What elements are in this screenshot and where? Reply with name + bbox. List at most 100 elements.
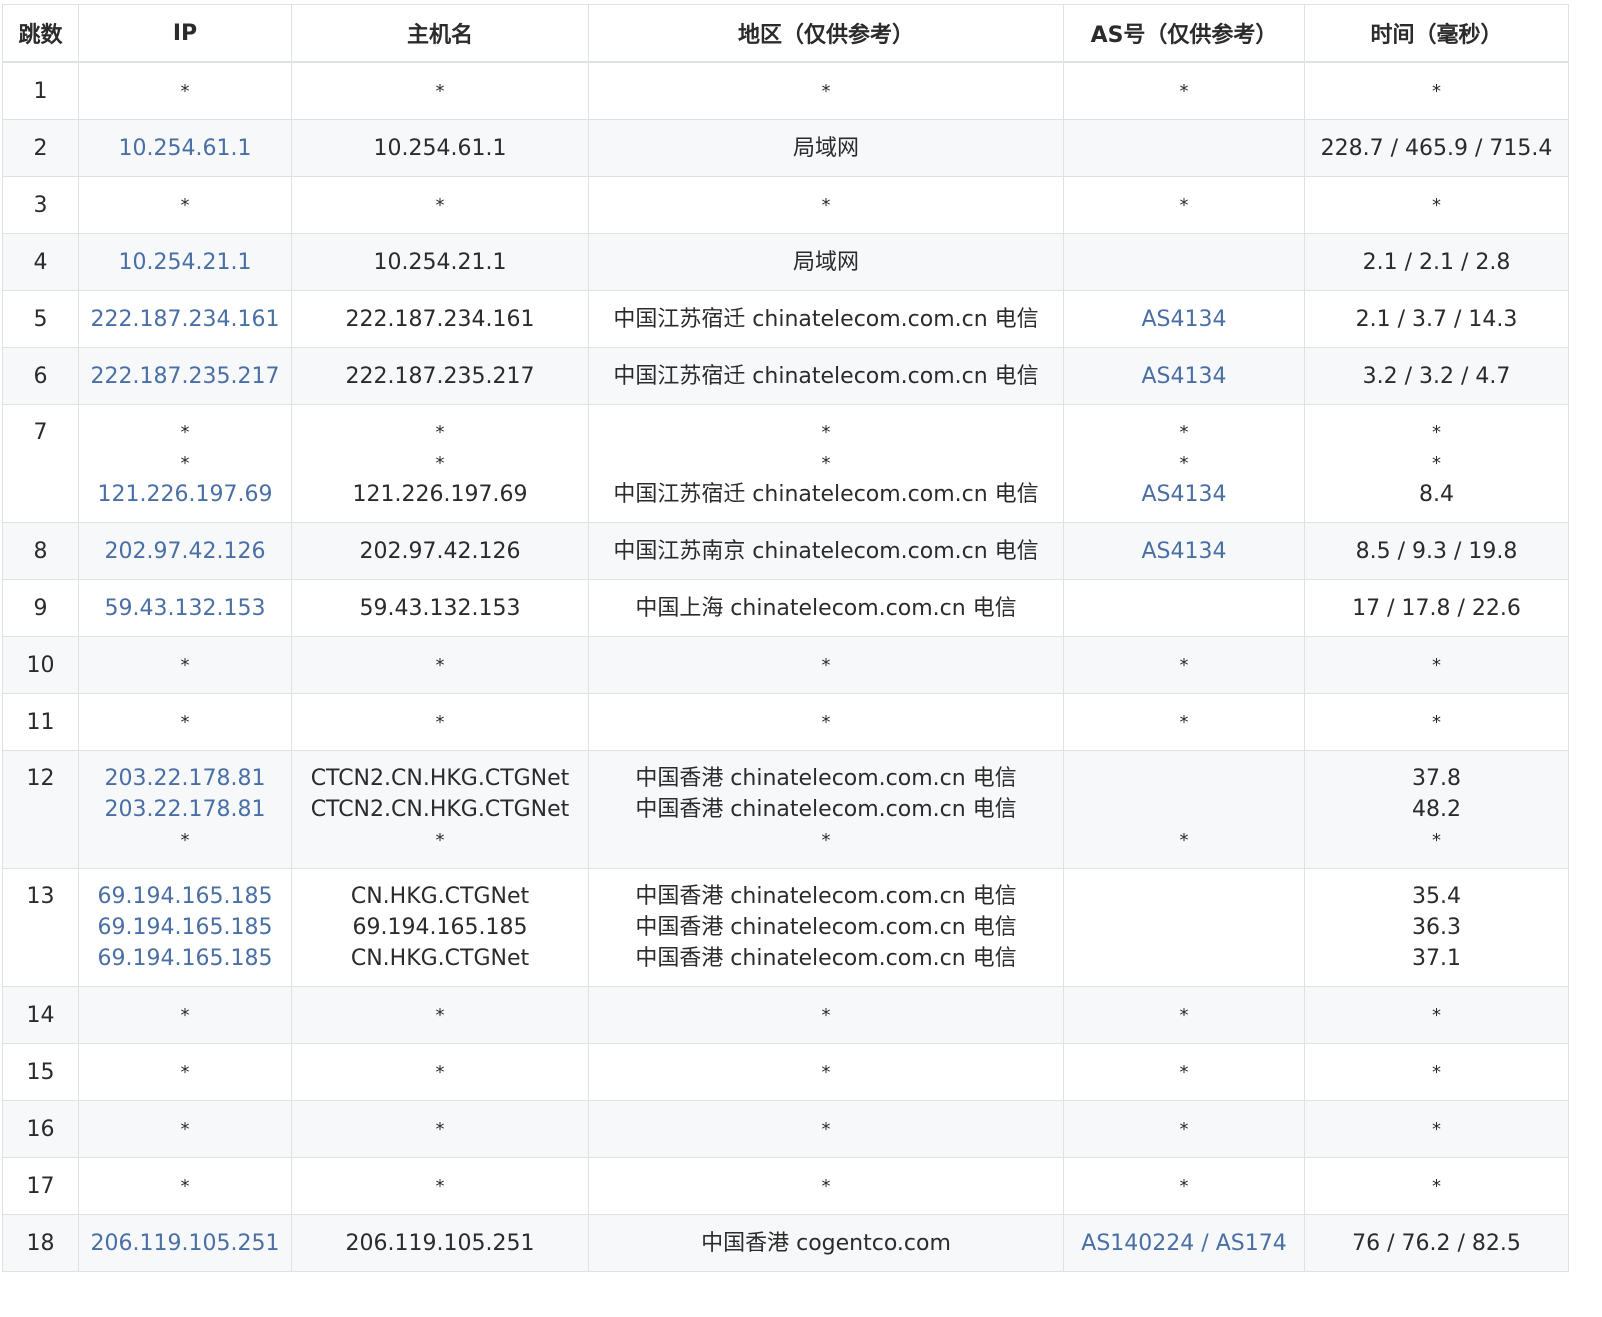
ip-cell: 206.119.105.251 bbox=[78, 1214, 292, 1272]
no-response-star: * bbox=[1179, 422, 1189, 443]
region-text: 中国香港 chinatelecom.com.cn 电信 bbox=[635, 797, 1017, 822]
ip-link[interactable]: 69.194.165.185 bbox=[79, 912, 291, 943]
table-row: 1 * * * * * bbox=[2, 61, 1569, 120]
host-text: 222.187.235.217 bbox=[345, 363, 535, 389]
ip-cell: 202.97.42.126 bbox=[78, 522, 292, 580]
time-cell: 2.1 / 2.1 / 2.8 bbox=[1304, 233, 1569, 291]
time-text: 8.4 bbox=[1419, 482, 1454, 507]
no-response-star: * bbox=[435, 654, 445, 676]
host-text: 10.254.21.1 bbox=[373, 249, 507, 275]
ip-cell: * bbox=[78, 61, 292, 120]
host-text: 202.97.42.126 bbox=[359, 538, 521, 564]
as-cell: * bbox=[1063, 61, 1305, 120]
no-response-star: * bbox=[435, 1004, 445, 1026]
empty-line bbox=[1064, 912, 1304, 943]
hostname-cell: * bbox=[291, 176, 589, 234]
host-text: CTCN2.CN.HKG.CTGNet bbox=[310, 766, 570, 791]
time-text: 2.1 / 2.1 / 2.8 bbox=[1362, 249, 1511, 275]
no-response-star: * bbox=[180, 80, 190, 102]
no-response-star: * bbox=[821, 1004, 831, 1026]
ip-cell: 222.187.235.217 bbox=[78, 347, 292, 405]
no-response-star: * bbox=[1179, 80, 1189, 102]
region-cell: * bbox=[588, 636, 1064, 694]
no-response-star: * bbox=[435, 1061, 445, 1083]
as-link[interactable]: AS4134 bbox=[1064, 361, 1304, 392]
region-text: 中国香港 chinatelecom.com.cn 电信 bbox=[635, 884, 1017, 909]
as-link[interactable]: AS4134 bbox=[1064, 479, 1304, 510]
hostname-cell: 206.119.105.251 bbox=[291, 1214, 589, 1272]
hostname-cell: CN.HKG.CTGNet 69.194.165.185 CN.HKG.CTGNet bbox=[291, 868, 589, 987]
no-response-star: * bbox=[1432, 422, 1441, 443]
no-response-star: * bbox=[1432, 830, 1441, 851]
as-cell: * bbox=[1063, 636, 1305, 694]
no-response-star: * bbox=[1432, 80, 1441, 102]
time-cell: * bbox=[1304, 176, 1569, 234]
no-response-star: * bbox=[1179, 830, 1189, 851]
no-response-star: * bbox=[821, 654, 831, 676]
no-response-star: * bbox=[180, 453, 190, 474]
hop-cell: 18 bbox=[2, 1214, 79, 1272]
hostname-cell: * bbox=[291, 986, 589, 1044]
hop-cell: 14 bbox=[2, 986, 79, 1044]
ip-link[interactable]: 59.43.132.153 bbox=[79, 593, 291, 624]
no-response-star: * bbox=[180, 654, 190, 676]
as-cell: * bbox=[1063, 1100, 1305, 1158]
region-text: 中国江苏宿迁 chinatelecom.com.cn 电信 bbox=[613, 306, 1039, 332]
no-response-star: * bbox=[435, 1175, 445, 1197]
ip-link[interactable]: 203.22.178.81 bbox=[79, 763, 291, 794]
time-cell: * bbox=[1304, 1043, 1569, 1101]
as-cell bbox=[1063, 119, 1305, 177]
no-response-star: * bbox=[435, 1118, 445, 1140]
empty-line bbox=[1064, 247, 1304, 278]
hostname-cell: 202.97.42.126 bbox=[291, 522, 589, 580]
host-text: CN.HKG.CTGNet bbox=[350, 884, 530, 909]
no-response-star: * bbox=[180, 1004, 190, 1026]
as-link[interactable]: AS4134 bbox=[1064, 304, 1304, 335]
region-cell: 中国香港 chinatelecom.com.cn 电信 中国香港 chinatel… bbox=[588, 750, 1064, 869]
ip-link[interactable]: 10.254.21.1 bbox=[79, 247, 291, 278]
host-text: 10.254.61.1 bbox=[373, 135, 507, 161]
as-cell: AS4134 bbox=[1063, 290, 1305, 348]
no-response-star: * bbox=[1179, 1061, 1189, 1083]
region-cell: 局域网 bbox=[588, 119, 1064, 177]
time-cell: 228.7 / 465.9 / 715.4 bbox=[1304, 119, 1569, 177]
ip-link[interactable]: 222.187.235.217 bbox=[79, 361, 291, 392]
ip-link[interactable]: 121.226.197.69 bbox=[79, 479, 291, 510]
time-text: 76 / 76.2 / 82.5 bbox=[1352, 1230, 1521, 1256]
ip-link[interactable]: 222.187.234.161 bbox=[79, 304, 291, 335]
hop-cell: 6 bbox=[2, 347, 79, 405]
table-row: 9 59.43.132.153 59.43.132.153 中国上海 chinatel… bbox=[2, 579, 1569, 637]
no-response-star: * bbox=[180, 711, 190, 733]
header-row: 跳数 IP 主机名 地区（仅供参考） AS号（仅供参考） 时间（毫秒） bbox=[2, 4, 1569, 63]
time-cell: 76 / 76.2 / 82.5 bbox=[1304, 1214, 1569, 1272]
table-row: 12 203.22.178.81 203.22.178.81 * CTCN2.CN.HK… bbox=[2, 750, 1569, 869]
no-response-star: * bbox=[435, 711, 445, 733]
traceroute-table-container: 跳数 IP 主机名 地区（仅供参考） AS号（仅供参考） 时间（毫秒） 1 * * *… bbox=[2, 4, 1569, 1272]
empty-line bbox=[1064, 943, 1304, 974]
traceroute-table: 跳数 IP 主机名 地区（仅供参考） AS号（仅供参考） 时间（毫秒） 1 * * *… bbox=[2, 4, 1569, 1272]
as-cell: * bbox=[1063, 693, 1305, 751]
as-link[interactable]: AS4134 bbox=[1064, 536, 1304, 567]
ip-cell: 10.254.61.1 bbox=[78, 119, 292, 177]
region-cell: * bbox=[588, 61, 1064, 120]
ip-link[interactable]: 203.22.178.81 bbox=[79, 794, 291, 825]
time-cell: 8.5 / 9.3 / 19.8 bbox=[1304, 522, 1569, 580]
ip-cell: * bbox=[78, 176, 292, 234]
time-text: 37.1 bbox=[1412, 946, 1461, 971]
no-response-star: * bbox=[1432, 654, 1441, 676]
no-response-star: * bbox=[435, 422, 445, 443]
ip-cell: 222.187.234.161 bbox=[78, 290, 292, 348]
hop-cell: 2 bbox=[2, 119, 79, 177]
ip-link[interactable]: 202.97.42.126 bbox=[79, 536, 291, 567]
ip-cell: 59.43.132.153 bbox=[78, 579, 292, 637]
no-response-star: * bbox=[821, 80, 831, 102]
host-text: 59.43.132.153 bbox=[359, 595, 521, 621]
ip-link[interactable]: 10.254.61.1 bbox=[79, 133, 291, 164]
ip-link[interactable]: 69.194.165.185 bbox=[79, 881, 291, 912]
table-header: 跳数 IP 主机名 地区（仅供参考） AS号（仅供参考） 时间（毫秒） bbox=[2, 4, 1569, 63]
host-text: 69.194.165.185 bbox=[352, 915, 528, 940]
hostname-cell: * bbox=[291, 636, 589, 694]
hop-cell: 5 bbox=[2, 290, 79, 348]
ip-link[interactable]: 206.119.105.251 bbox=[79, 1228, 291, 1259]
ip-link[interactable]: 69.194.165.185 bbox=[79, 943, 291, 974]
